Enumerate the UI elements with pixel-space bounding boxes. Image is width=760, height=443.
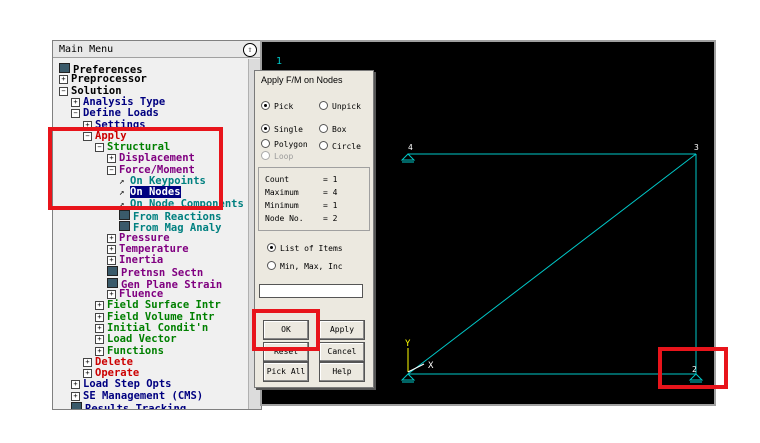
maximum-label: Maximum [265,188,299,197]
box-radio[interactable]: Box [319,124,346,135]
circle-radio[interactable]: Circle [319,141,361,152]
menu-item-label: Fluence [119,288,164,300]
menu-item-label: Solution [71,84,122,97]
radio-on-icon [267,243,276,252]
axis-y-label: Y [405,339,411,349]
nodeno-value: = 2 [323,214,338,223]
radio-off-icon [267,261,276,270]
node-label-4: 4 [408,143,413,152]
menu-item-label: Field Surface Intr [107,299,221,312]
unpick-radio[interactable]: Unpick [319,101,361,112]
menu-item-label: Initial Condit'n [107,321,209,334]
document-icon [119,209,130,220]
menu-item-label: Results Tracking [85,403,187,410]
menu-item-from-reactions[interactable]: From Reactions [119,209,222,222]
document-icon [59,63,70,73]
expand-icon: + [71,391,80,401]
radio-off-icon [261,139,270,148]
menu-item-label: Functions [107,344,164,357]
menu-item-label: Load Vector [107,333,177,346]
expand-icon: + [59,75,68,85]
axis-triad: Y X [405,339,434,373]
min-max-inc-radio[interactable]: Min, Max, Inc [267,261,343,272]
menu-item-label: Temperature [119,242,189,255]
radio-on-icon [261,101,270,110]
single-radio[interactable]: Single [261,124,303,135]
radio-on-icon [261,124,270,133]
expand-icon: + [95,346,104,356]
document-icon [107,277,118,288]
document-icon [119,221,130,232]
menu-item-pretnsn-sectn[interactable]: Pretnsn Sectn [107,266,203,279]
document-icon [107,266,118,277]
apply-button[interactable]: Apply [319,320,365,340]
loop-radio: Loop [261,151,293,162]
window-number: 1 [276,56,282,67]
expand-icon: + [95,323,104,333]
document-icon [71,402,82,409]
menu-item-label: Inertia [119,254,164,267]
expand-icon: + [107,290,116,299]
expand-icon: + [95,335,104,345]
menu-item-label: SE Management (CMS) [83,389,204,402]
radio-off-icon [319,101,328,110]
expand-icon: + [71,380,80,390]
support-icon-node-4 [400,153,416,163]
menu-item-label: Preprocessor [71,73,147,86]
expand-icon: + [95,301,104,311]
axis-x-label: X [428,361,434,371]
radio-off-icon [319,124,328,133]
menu-item-results-tracking[interactable]: Results Tracking [71,402,187,410]
collapse-branch-icon: − [71,109,80,119]
minimum-value: = 1 [323,201,338,210]
menu-item-label: Operate [95,367,140,380]
highlight-ok-button [252,309,320,351]
menu-item-inertia[interactable]: + Inertia [107,255,163,266]
menu-item-label: Delete [95,355,133,368]
list-items-radio[interactable]: List of Items [267,243,343,254]
menu-item-se-management-cms[interactable]: + SE Management (CMS) [71,389,204,402]
menu-item-label: Analysis Type [83,95,166,108]
expand-icon: + [83,369,92,379]
element-line-1-3 [407,153,697,375]
radio-off-icon [319,141,328,150]
polygon-radio[interactable]: Polygon [261,139,308,150]
collapse-branch-icon: − [59,86,68,96]
menu-item-label: Pressure [119,231,170,244]
node-label-3: 3 [694,143,699,152]
collapse-icon[interactable]: ⇧ [243,43,257,57]
expand-icon: + [107,256,116,266]
menu-item-label: Load Step Opts [83,378,172,391]
minimum-label: Minimum [265,201,299,210]
main-menu-title-text: Main Menu [59,44,114,55]
dialog-title: Apply F/M on Nodes [261,75,343,85]
count-label: Count [265,175,290,184]
pick-radio[interactable]: Pick [261,101,293,112]
count-value: = 1 [323,175,338,184]
menu-item-label: Field Volume Intr [107,310,215,323]
maximum-value: = 4 [323,188,338,197]
item-input[interactable] [259,284,363,298]
expand-icon: + [95,312,104,322]
expand-icon: + [83,357,92,367]
menu-item-label: Define Loads [83,107,159,120]
nodeno-label: Node No. [265,214,304,223]
highlight-apply-branch [48,127,223,210]
expand-icon: + [107,233,116,243]
expand-icon: + [107,244,116,254]
main-menu-title: Main Menu [53,41,261,58]
highlight-node-2 [658,347,728,389]
pick-all-button[interactable]: Pick All [263,362,309,382]
support-icon-node-1 [400,373,416,383]
cancel-button[interactable]: Cancel [319,342,365,362]
radio-disabled-icon [261,151,270,160]
help-button[interactable]: Help [319,362,365,382]
expand-icon: + [71,97,80,107]
main-menu-panel: Main Menu ⇧ Preferences + Preprocessor − Sol… [52,40,262,410]
